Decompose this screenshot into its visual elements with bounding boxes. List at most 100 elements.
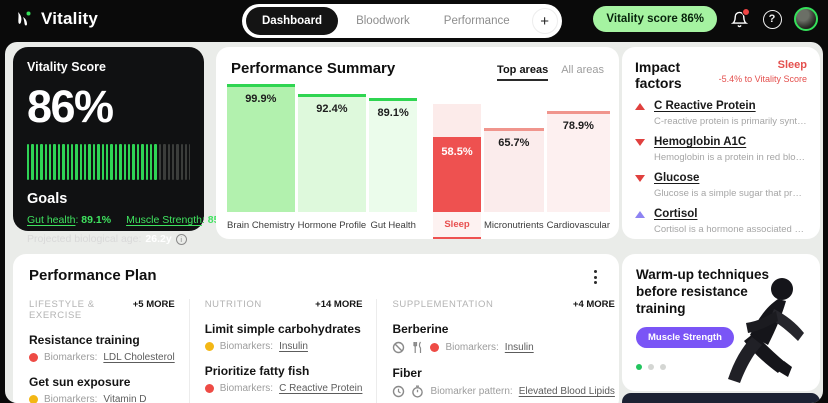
plan-column-header: NUTRITION [205,299,262,310]
chart-column-gut-health[interactable]: 89.1%Gut Health [369,84,417,239]
impact-factor-item[interactable]: Glucose Glucose is a simple sugar that pr… [635,172,807,199]
gauge-tick [27,144,29,180]
carousel-dot[interactable] [636,364,642,370]
user-avatar[interactable] [794,7,818,31]
biomarker-link[interactable]: Elevated Blood Lipids [519,386,615,397]
tab-top-areas[interactable]: Top areas [497,64,548,81]
carousel-dots[interactable] [636,364,806,370]
plan-item[interactable]: Get sun exposure Biomarkers: Vitamin D [29,375,175,403]
gauge-tick [36,144,38,180]
goal-gut-health[interactable]: Gut health: 89.1% [27,214,111,226]
impact-factors-header: Impact factors Sleep -5.4% to Vitality S… [635,59,807,91]
plan-item[interactable]: Prioritize fatty fishBiomarkers:C Reacti… [205,364,363,394]
impact-factor-item[interactable]: CortisolCortisol is a hormone associated… [635,208,807,235]
chart-column-sleep[interactable]: 58.5%Sleep [433,84,481,239]
plan-item-meta: Biomarkers: Vitamin D [29,394,175,403]
gauge-tick [189,144,190,180]
help-button[interactable]: ? [761,8,783,30]
biomarker-link[interactable]: LDL Cholesterol [103,352,174,363]
goal-label: Gut health [27,214,75,226]
chart-column-brain-chemistry[interactable]: 99.9%Brain Chemistry [227,84,295,239]
impact-factor-description: Glucose is a simple sugar that provides … [654,188,807,199]
biomarker-link[interactable]: C Reactive Protein [279,383,362,394]
impact-factor-name[interactable]: C Reactive Protein [654,100,756,112]
gauge-tick [71,144,73,180]
value-bar: 99.9% [227,84,295,212]
carousel-dot[interactable] [660,364,666,370]
plan-more-button[interactable]: +14 MORE [315,299,362,310]
biomarker-link[interactable]: Insulin [505,342,534,353]
impact-context-name[interactable]: Sleep [719,59,807,71]
carousel-dot[interactable] [648,364,654,370]
article-tag-badge[interactable]: Muscle Strength [636,327,734,348]
tab-all-areas[interactable]: All areas [561,64,604,81]
chart-tabs: Top areas All areas [497,64,604,81]
biomarker-label: Biomarkers: [44,352,97,363]
gauge-tick [185,144,187,180]
plan-column-header: LIFESTYLE & EXERCISE [29,299,133,321]
plan-item-meta: Biomarkers:C Reactive Protein [205,383,363,394]
plan-item[interactable]: Fiber Biomarker pattern:Elevated Blood Li… [392,366,614,398]
chart-column-hormone-profile[interactable]: 92.4%Hormone Profile [298,84,367,239]
gauge-tick [159,144,161,180]
biomarker-label: Biomarkers: [44,394,97,403]
gauge-tick [163,144,165,180]
plan-item-title: Resistance training [29,333,175,347]
impact-factor-name[interactable]: Glucose [654,172,699,184]
gauge-tick [53,144,55,180]
goals-title: Goals [27,191,190,207]
impact-factor-item[interactable]: C Reactive ProteinC-reactive protein is … [635,100,807,127]
restriction-icon [392,341,405,354]
biomarker-link[interactable]: Insulin [279,341,308,352]
bar-value-label: 89.1% [369,107,417,119]
gauge-tick [115,144,117,180]
impact-factor-name[interactable]: Cortisol [654,208,697,220]
value-bar: 89.1% [369,98,417,212]
notifications-button[interactable] [728,8,750,30]
article-card[interactable]: Warm-up techniques before resistance tra… [622,254,820,391]
plan-item-title: Get sun exposure [29,375,175,389]
bio-age-value: 26.2y [145,233,171,245]
add-tab-button[interactable]: + [532,8,558,34]
plan-more-button[interactable]: +5 MORE [133,299,175,310]
bar-category-label: Cardiovascular [547,212,610,239]
impact-factor-name[interactable]: Hemoglobin A1C [654,136,746,148]
chart-column-cardiovascular[interactable]: 78.9%Cardiovascular [547,84,610,239]
status-dot [29,353,38,362]
gauge-tick [97,144,99,180]
plan-item[interactable]: Resistance training Biomarkers: LDL Choles… [29,333,175,363]
impact-factor-item[interactable]: Hemoglobin A1CHemoglobin is a protein in… [635,136,807,163]
performance-summary-card: Performance Summary Top areas All areas … [216,47,619,239]
bar-value-label: 65.7% [484,137,544,149]
gauge-tick [102,144,104,180]
plan-item[interactable]: Limit simple carbohydratesBiomarkers:Ins… [205,322,363,352]
plan-item-title: Fiber [392,366,614,380]
tab-bloodwork[interactable]: Bloodwork [340,7,426,35]
plan-item-meta: Biomarker pattern:Elevated Blood Lipids [392,385,614,398]
chart-column-micronutrients[interactable]: 65.7%Micronutrients [484,84,544,239]
tab-performance[interactable]: Performance [428,7,526,35]
gauge-tick [181,144,183,180]
plan-item-meta: Biomarkers:Insulin [205,341,363,352]
value-bar: 65.7% [484,128,544,212]
kebab-menu-icon[interactable] [588,267,603,287]
gauge-tick [132,144,134,180]
content-surface: Vitality Score 86% Goals Gut health: 89.… [5,42,823,403]
vitality-score-card: Vitality Score 86% Goals Gut health: 89.… [13,47,204,231]
plan-column: LIFESTYLE & EXERCISE+5 MORE Resistance tr… [29,299,189,403]
performance-summary-title: Performance Summary [231,60,395,77]
gauge-tick [58,144,60,180]
plan-item[interactable]: BerberineBiomarkers:Insulin [392,322,614,354]
gauge-tick [176,144,178,180]
goal-muscle-strength[interactable]: Muscle Strength: 85% [126,214,229,226]
gauge-tick [67,144,69,180]
plan-more-button[interactable]: +4 MORE [573,299,615,310]
info-icon[interactable]: i [176,234,187,245]
biomarker-link[interactable]: Vitamin D [103,394,146,403]
vitality-score-value: 86% [27,81,190,133]
arrow-up-icon [635,103,645,110]
performance-bar-chart: 99.9%Brain Chemistry92.4%Hormone Profile… [227,84,610,239]
vitality-score-badge[interactable]: Vitality score 86% [593,6,717,32]
timer-icon [411,385,424,398]
tab-dashboard[interactable]: Dashboard [246,7,338,35]
